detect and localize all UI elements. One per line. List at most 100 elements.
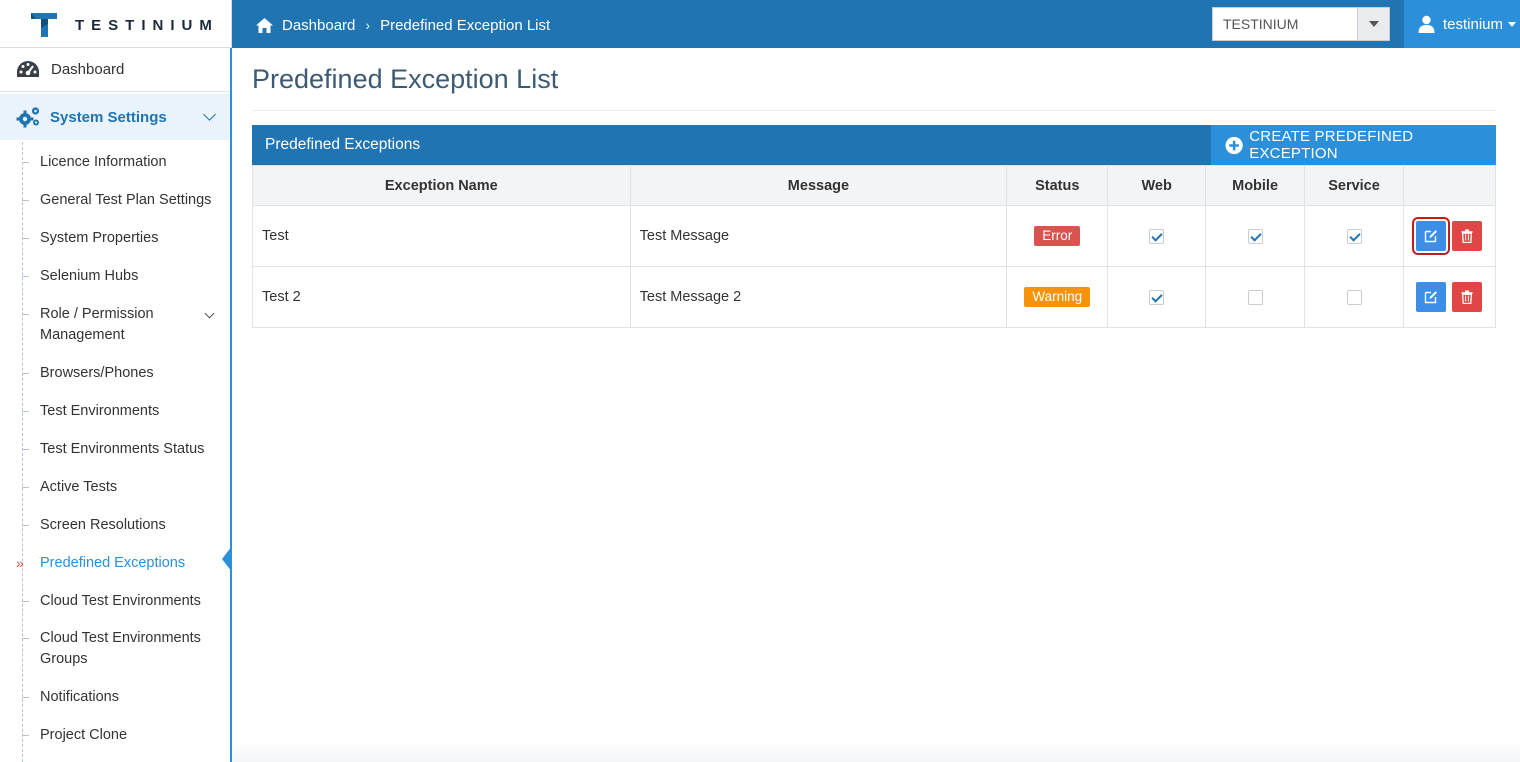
cell-status: Warning [1006,266,1109,328]
column-header-service[interactable]: Service [1304,165,1404,206]
status-badge: Warning [1024,287,1091,307]
sidebar-item-label: Browsers/Phones [40,365,154,381]
edit-icon [1425,230,1438,243]
edit-button[interactable] [1412,217,1451,255]
column-header-web[interactable]: Web [1107,165,1207,206]
sidebar-item-label: Predefined Exceptions [40,555,186,571]
sidebar-item-label: System Properties [40,230,159,246]
cell-status: Error [1006,205,1109,267]
sidebar-item-label: Selenium Hubs [40,268,139,284]
page-bottom-shadow [232,742,1520,762]
sidebar-item-label: Active Tests [40,479,118,495]
sidebar-section-label: System Settings [50,108,167,126]
project-select[interactable]: TESTINIUM [1212,7,1390,41]
column-header-mobile[interactable]: Mobile [1205,165,1306,206]
tree-tick [22,638,29,639]
sidebar-item-label: Test Environments [40,403,160,419]
breadcrumb: Dashboard › Predefined Exception List [255,14,550,36]
chevron-down-icon [204,308,215,319]
panel-title: Predefined Exceptions [265,136,421,153]
cell-service [1304,266,1404,328]
home-icon[interactable] [255,17,274,34]
gears-icon [16,107,40,128]
testinium-logo-icon [31,13,57,37]
top-bar: TESTINIUM Dashboard › Predefined Excepti… [0,0,1520,48]
cell-message: Test Message [629,205,1008,267]
plus-circle-icon [1225,136,1243,154]
sidebar-item-label: Test Environments Status [40,441,205,457]
cell-web [1107,266,1207,328]
breadcrumb-dashboard-link[interactable]: Dashboard [282,17,355,34]
edit-icon [1425,291,1438,304]
sidebar-item-cloud-test-environments-groups[interactable]: Cloud Test Environments Groups [22,628,222,670]
mobile-checkbox[interactable] [1247,289,1263,305]
project-select-value: TESTINIUM [1223,16,1299,32]
user-menu[interactable]: testinium [1404,0,1520,48]
column-header-message[interactable]: Message [629,165,1008,206]
tree-tick [22,525,29,526]
cell-web [1107,205,1207,267]
tree-tick [22,697,29,698]
cell-mobile [1205,205,1306,267]
dashboard-gauge-icon [17,60,39,77]
tree-tick [22,411,29,412]
tree-tick [22,373,29,374]
tree-tick [22,449,29,450]
sidebar-item-label: General Test Plan Settings [40,192,212,208]
web-checkbox[interactable] [1149,228,1165,244]
tree-tick [22,238,29,239]
cell-mobile [1205,266,1306,328]
sidebar-item-label: Cloud Test Environments [40,593,201,609]
sidebar-item-label: Cloud Test Environments Groups [40,630,201,667]
sidebar-item-label: Screen Resolutions [40,517,166,533]
page-title: Predefined Exception List [252,64,559,94]
caret-down-icon [1508,21,1517,27]
cell-exception-name: Test [252,205,631,267]
tree-tick [22,487,29,488]
panel-header: Predefined Exceptions CREATE PREDEFINED … [252,125,1496,165]
cell-message: Test Message 2 [629,266,1008,328]
tree-tick [22,735,29,736]
service-checkbox[interactable] [1346,228,1362,244]
trash-icon [1461,229,1473,243]
breadcrumb-separator-icon: › [365,17,371,33]
column-header-exception-name[interactable]: Exception Name [252,165,631,206]
cell-actions [1402,205,1497,267]
sidebar-item-dashboard[interactable]: Dashboard [0,48,230,92]
tree-tick [22,200,29,201]
sidebar-section-system-settings[interactable]: System Settings [0,94,230,140]
chevron-down-icon [203,108,216,121]
create-predefined-exception-button[interactable]: CREATE PREDEFINED EXCEPTION [1211,125,1496,165]
tree-tick [22,314,29,315]
sidebar-item-label: Project Clone [40,727,128,743]
brand-name: TESTINIUM [75,17,219,34]
cell-exception-name: Test 2 [252,266,631,328]
title-divider [252,110,1496,111]
mobile-checkbox[interactable] [1247,228,1263,244]
project-select-toggle[interactable] [1357,8,1389,40]
trash-icon [1461,290,1473,304]
exceptions-table: Exception Name Message Status Web Mobile… [252,165,1497,328]
service-checkbox[interactable] [1346,289,1362,305]
edit-button[interactable] [1416,282,1447,312]
column-header-actions [1402,165,1497,206]
table-header-row: Exception Name Message Status Web Mobile… [252,165,1497,206]
tree-tick [22,601,29,602]
delete-button[interactable] [1452,282,1483,312]
brand-logo[interactable]: TESTINIUM [0,0,232,48]
web-checkbox[interactable] [1149,289,1165,305]
column-header-status[interactable]: Status [1006,165,1109,206]
table-row: Test 2 Test Message 2 Warning [252,266,1497,328]
table-row: Test Test Message Error [252,205,1497,267]
active-marker-icon: » [16,555,24,571]
status-badge: Error [1034,226,1081,246]
cell-actions [1402,266,1497,328]
breadcrumb-current: Predefined Exception List [380,16,551,34]
cell-service [1304,205,1404,267]
sidebar: Dashboard System Settings Licence Inform… [0,48,232,762]
user-icon [1418,15,1435,33]
delete-button[interactable] [1452,221,1483,251]
sidebar-item-label: Dashboard [51,61,125,78]
sidebar-item-role-permission-management[interactable]: Role / Permission Management [22,304,222,346]
sidebar-item-label: Notifications [40,689,119,705]
